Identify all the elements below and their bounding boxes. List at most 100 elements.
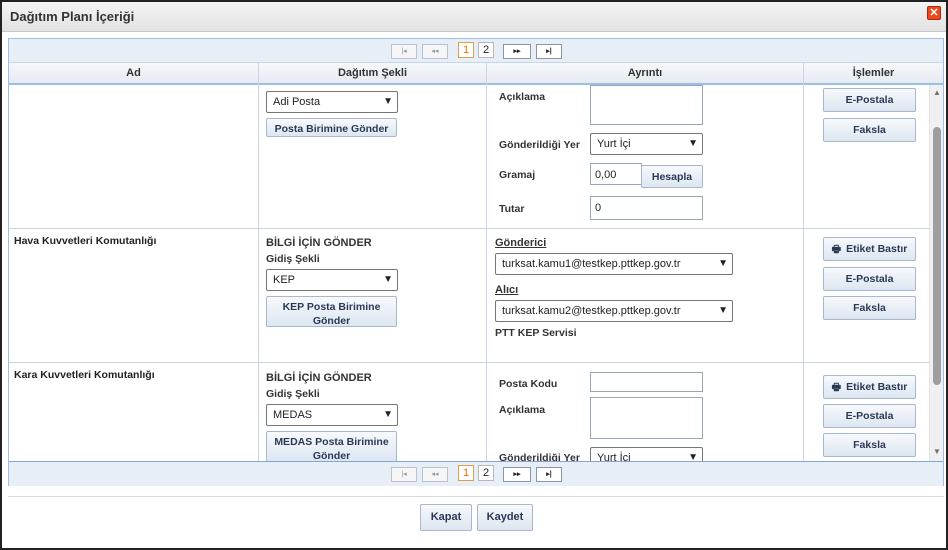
kep-service-label: PTT KEP Servisi [495,327,577,339]
print-label-button[interactable]: 🖶 Etiket Bastır [823,375,916,399]
weight-label: Gramaj [499,169,536,181]
page-1-button[interactable]: 1 [458,465,474,481]
recipient-select-value: turksat.kamu2@testkep.pttkep.gov.tr [502,305,681,317]
last-page-button[interactable]: ▸| [536,467,562,482]
first-page-button[interactable]: |◂ [391,44,417,59]
vertical-scrollbar[interactable]: ▲ ▼ [929,85,943,461]
description-label: Açıklama [499,91,546,103]
recipient-name: Hava Kuvvetleri Komutanlığı [14,235,157,247]
sender-select-value: turksat.kamu1@testkep.pttkep.gov.tr [502,258,681,270]
detail-cell: Açıklama Gönderildiği Yer Yurt İçi ▼ Gra… [487,85,804,228]
print-label-text: Etiket Bastır [846,381,908,393]
page-2-button[interactable]: 2 [478,42,494,58]
recipient-label: Alıcı [495,284,519,296]
method-select[interactable]: KEP ▼ [266,269,398,291]
next-page-button[interactable]: ▸▸ [503,467,531,482]
calculate-button[interactable]: Hesapla [641,165,703,188]
recipient-name: Kara Kuvvetleri Komutanlığı [14,369,155,381]
send-to-post-unit-button[interactable]: KEP Posta Birimine Gönder [266,296,397,327]
chevron-down-icon: ▼ [688,452,698,461]
postal-code-label: Posta Kodu [499,378,558,390]
print-label-text: Etiket Bastır [846,243,908,255]
scrollbar-thumb[interactable] [933,127,941,385]
sender-select[interactable]: turksat.kamu1@testkep.pttkep.gov.tr ▼ [495,253,733,275]
destination-select[interactable]: Yurt İçi ▼ [590,133,703,155]
prev-page-button[interactable]: ◂◂ [422,467,448,482]
email-button[interactable]: E-Postala [823,404,916,428]
pager-top: |◂ ◂◂ 1 2 ▸▸ ▸| [9,39,943,63]
page-1-button[interactable]: 1 [458,42,474,58]
detail-cell: Gönderici turksat.kamu1@testkep.pttkep.g… [487,229,804,362]
prev-page-button[interactable]: ◂◂ [422,44,448,59]
method-select-value: Adi Posta [273,96,321,108]
table-row: Kara Kuvvetleri Komutanlığı BİLGİ İÇİN G… [9,363,929,461]
info-heading: BİLGİ İÇİN GÖNDER [266,372,372,384]
info-heading: BİLGİ İÇİN GÖNDER [266,237,372,249]
fax-button[interactable]: Faksla [823,296,916,320]
dialog-titlebar: Dağıtım Planı İçeriği ✕ [2,2,946,32]
name-cell [9,85,259,228]
fax-button[interactable]: Faksla [823,433,916,457]
destination-select-value: Yurt İçi [597,452,631,461]
printer-icon: 🖶 [831,244,842,255]
first-page-button[interactable]: |◂ [391,467,417,482]
name-cell: Kara Kuvvetleri Komutanlığı [9,363,259,461]
chevron-down-icon: ▼ [688,138,698,149]
method-select[interactable]: MEDAS ▼ [266,404,398,426]
method-cell: BİLGİ İÇİN GÖNDER Gidiş Şekli KEP ▼ KEP … [259,229,487,362]
chevron-down-icon: ▼ [718,258,728,269]
recipient-select[interactable]: turksat.kamu2@testkep.pttkep.gov.tr ▼ [495,300,733,322]
column-header-actions: İşlemler [852,67,895,79]
table-body: Adi Posta ▼ Posta Birimine Gönder Açıkla… [9,85,943,461]
method-select-value: KEP [273,274,296,286]
next-page-button[interactable]: ▸▸ [503,44,531,59]
send-to-post-unit-button[interactable]: MEDAS Posta Birimine Gönder [266,431,397,461]
scroll-up-icon[interactable]: ▲ [933,88,941,97]
printer-icon: 🖶 [831,382,842,393]
pager-bottom: |◂ ◂◂ 1 2 ▸▸ ▸| [9,461,943,486]
distribution-plan-dialog: Dağıtım Planı İçeriği ✕ |◂ ◂◂ 1 2 ▸▸ ▸| … [0,0,948,550]
actions-cell: E-Postala Faksla [804,85,929,228]
send-to-post-unit-button[interactable]: Posta Birimine Gönder [266,118,397,137]
amount-input[interactable]: 0 [590,196,703,220]
chevron-down-icon: ▼ [383,96,393,107]
save-button[interactable]: Kaydet [477,504,533,531]
amount-label: Tutar [499,203,525,215]
actions-cell: 🖶 Etiket Bastır E-Postala Faksla [804,229,929,362]
close-button[interactable]: Kapat [420,504,472,531]
table-row: Adi Posta ▼ Posta Birimine Gönder Açıkla… [9,85,929,229]
detail-cell: Posta Kodu Açıklama Gönderildiği Yer Yur… [487,363,804,461]
last-page-button[interactable]: ▸| [536,44,562,59]
actions-cell: 🖶 Etiket Bastır E-Postala Faksla [804,363,929,461]
fax-button[interactable]: Faksla [823,118,916,142]
method-select-value: MEDAS [273,409,313,421]
email-button[interactable]: E-Postala [823,88,916,112]
destination-label: Gönderildiği Yer [499,139,580,151]
page-2-button[interactable]: 2 [478,465,494,481]
column-header-name: Ad [9,63,259,85]
column-header-method: Dağıtım Şekli [259,63,487,85]
scroll-down-icon[interactable]: ▼ [933,447,941,456]
postal-code-input[interactable] [590,372,703,392]
email-button[interactable]: E-Postala [823,267,916,291]
chevron-down-icon: ▼ [383,409,393,420]
name-cell: Hava Kuvvetleri Komutanlığı [9,229,259,362]
destination-select[interactable]: Yurt İçi ▼ [590,447,703,461]
table-header: Ad Dağıtım Şekli Ayrıntı İşlemler [9,63,943,85]
table-row: Hava Kuvvetleri Komutanlığı BİLGİ İÇİN G… [9,229,929,363]
close-icon[interactable]: ✕ [927,6,941,20]
method-cell: BİLGİ İÇİN GÖNDER Gidiş Şekli MEDAS ▼ ME… [259,363,487,461]
description-textarea[interactable] [590,397,703,439]
description-label: Açıklama [499,404,546,416]
weight-input[interactable]: 0,00 [590,163,642,185]
column-header-detail: Ayrıntı [487,63,804,85]
print-label-button[interactable]: 🖶 Etiket Bastır [823,237,916,261]
destination-select-value: Yurt İçi [597,138,631,150]
chevron-down-icon: ▼ [383,274,393,285]
method-label: Gidiş Şekli [266,388,320,400]
footer-divider [8,496,944,497]
description-textarea[interactable] [590,85,703,125]
chevron-down-icon: ▼ [718,305,728,316]
method-cell: Adi Posta ▼ Posta Birimine Gönder [259,85,487,228]
method-select[interactable]: Adi Posta ▼ [266,91,398,113]
